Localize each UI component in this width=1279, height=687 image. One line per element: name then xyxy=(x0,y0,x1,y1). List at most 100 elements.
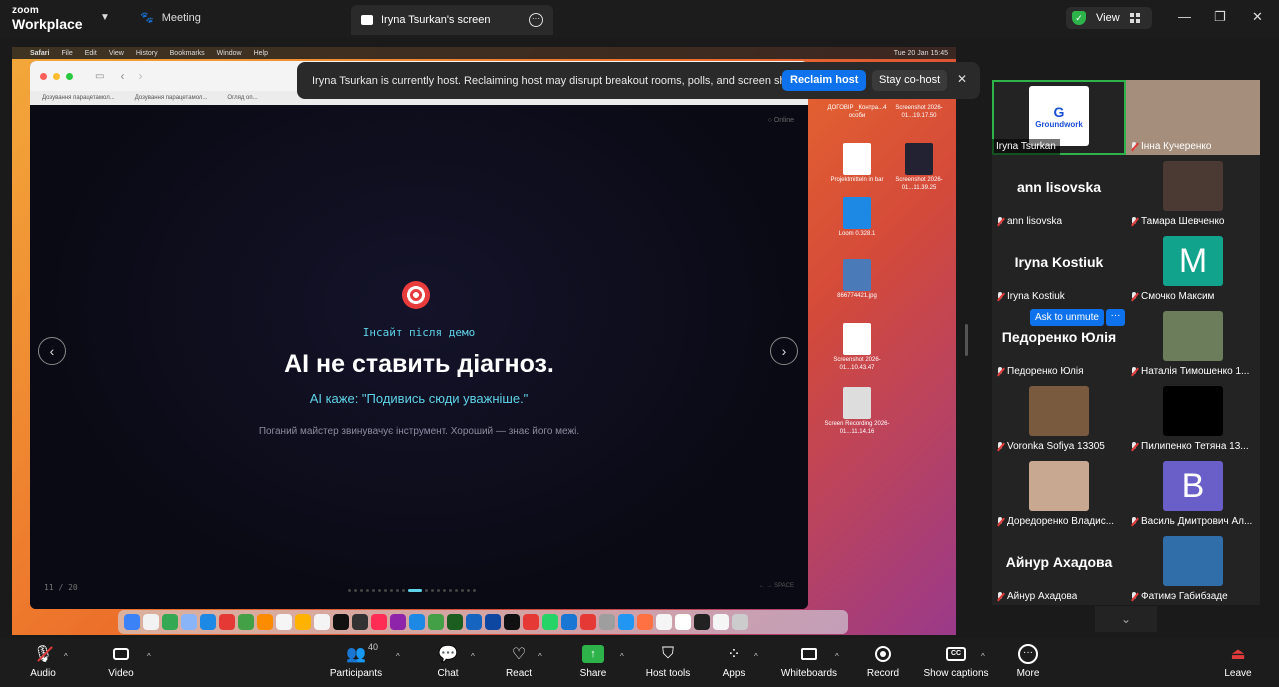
participants-button[interactable]: 👥 40 Participants xyxy=(326,642,386,679)
reclaim-host-button[interactable]: Reclaim host xyxy=(782,70,867,91)
ask-to-unmute-button[interactable]: Ask to unmute xyxy=(1030,309,1104,326)
participant-tile[interactable]: Доредоренко Владис... xyxy=(992,455,1126,530)
desktop-file-label: Screenshot 2026-01...10.43.47 xyxy=(833,357,881,371)
more-dots-icon: ··· xyxy=(1018,644,1038,664)
participant-tile[interactable]: Iryna Kostiuk Iryna Kostiuk xyxy=(992,230,1126,305)
leave-button[interactable]: ⏏ Leave xyxy=(1222,644,1254,679)
desktop-file-icon: Screenshot 2026-01...10.43.47 xyxy=(820,323,894,372)
tab-shared-screen[interactable]: Iryna Tsurkan's screen ··· xyxy=(351,5,553,35)
dock-app-icon xyxy=(447,614,463,630)
participant-tile[interactable]: Айнур Ахадова Айнур Ахадова xyxy=(992,530,1126,605)
slide-subtitle: AI каже: "Подивись сюди уважніше." xyxy=(309,391,529,406)
safari-window: ▭ ‹ › Дозування парацетамол... Дозування … xyxy=(30,61,808,609)
scroll-down-button[interactable]: ⌄ xyxy=(1095,606,1157,632)
chat-options-chevron-icon[interactable]: ^ xyxy=(471,652,475,661)
dock-app-icon xyxy=(675,614,691,630)
dock-app-icon xyxy=(504,614,520,630)
chat-button[interactable]: 💬 Chat xyxy=(434,644,462,679)
react-label: React xyxy=(505,668,533,679)
apps-button[interactable]: ⁘ Apps xyxy=(720,644,748,679)
video-button[interactable]: Video xyxy=(104,644,138,679)
dock-app-icon xyxy=(219,614,235,630)
participant-tile[interactable]: ann lisovska ann lisovska xyxy=(992,155,1126,230)
microphone-muted-icon xyxy=(996,517,1004,527)
slide-dot xyxy=(408,589,422,592)
close-banner-icon[interactable]: ✕ xyxy=(957,72,967,86)
closed-captions-icon: CC xyxy=(946,644,966,664)
mac-dock xyxy=(118,610,848,634)
panel-resize-handle[interactable] xyxy=(965,324,968,356)
apps-label: Apps xyxy=(722,668,746,679)
participant-tile[interactable]: G Groundwork Iryna Tsurkan xyxy=(992,80,1126,155)
captions-options-chevron-icon[interactable]: ^ xyxy=(981,652,985,661)
participant-tile[interactable]: M Смочко Максим xyxy=(1126,230,1260,305)
slide-dot xyxy=(402,589,405,592)
react-button[interactable]: ♡ React xyxy=(504,644,534,679)
participant-video xyxy=(1029,386,1089,436)
apps-options-chevron-icon[interactable]: ^ xyxy=(754,652,758,661)
participant-tile[interactable]: Інна Кучеренко xyxy=(1126,80,1260,155)
participant-tile[interactable]: Наталія Тимошенко 1... xyxy=(1126,305,1260,380)
participant-tile[interactable]: Voronka Sofiya 13305 xyxy=(992,380,1126,455)
participant-tile[interactable]: Тамара Шевченко xyxy=(1126,155,1260,230)
participant-name: Наталія Тимошенко 1... xyxy=(1141,366,1250,377)
react-options-chevron-icon[interactable]: ^ xyxy=(538,652,542,661)
microphone-muted-icon xyxy=(1130,442,1138,452)
desktop-file-icon: Loom 0.328.1 xyxy=(820,197,894,239)
dock-app-icon xyxy=(276,614,292,630)
audio-button[interactable]: 🎙 Audio xyxy=(26,644,60,679)
slide-dot xyxy=(425,589,428,592)
video-options-chevron-icon[interactable]: ^ xyxy=(147,652,151,661)
shared-screen[interactable]: Safari File Edit View History Bookmarks Window… xyxy=(12,47,956,635)
microphone-muted-icon: 🎙 xyxy=(33,644,53,664)
zoom-logo[interactable]: zoom Workplace xyxy=(12,6,83,32)
dock-app-icon xyxy=(580,614,596,630)
participant-more-button[interactable]: ··· xyxy=(1106,309,1125,326)
whiteboards-button[interactable]: Whiteboards xyxy=(778,644,840,679)
record-label: Record xyxy=(866,668,900,679)
share-button[interactable]: ↑ Share xyxy=(578,644,608,679)
participant-video xyxy=(1163,161,1223,211)
zoom-dot-icon xyxy=(66,72,73,80)
participants-options-chevron-icon[interactable]: ^ xyxy=(396,652,400,661)
host-tools-button[interactable]: ⛉ Host tools xyxy=(643,644,693,679)
participant-avatar: B xyxy=(1163,461,1223,511)
whiteboards-options-chevron-icon[interactable]: ^ xyxy=(835,652,839,661)
slide-dot xyxy=(473,589,476,592)
dock-app-icon xyxy=(390,614,406,630)
dock-app-icon xyxy=(618,614,634,630)
slide-page-number: 11 / 20 xyxy=(44,583,78,592)
microphone-muted-icon xyxy=(1130,142,1138,152)
slide-dot xyxy=(437,589,440,592)
captions-button[interactable]: CC Show captions xyxy=(920,644,992,679)
dock-app-icon xyxy=(409,614,425,630)
participant-video xyxy=(1163,536,1223,586)
more-label: More xyxy=(1016,668,1040,679)
tab-meeting[interactable]: 🐾 Meeting xyxy=(140,11,201,25)
bookmark-item: Дозування парацетамол... xyxy=(42,95,115,101)
participant-tile[interactable]: Пилипенко Тетяна 13... xyxy=(1126,380,1260,455)
close-window-button[interactable]: ✕ xyxy=(1252,9,1263,25)
dock-app-icon xyxy=(561,614,577,630)
slide-dot xyxy=(390,589,393,592)
minimize-button[interactable]: — xyxy=(1178,9,1191,24)
slide-note: Поганий майстер звинувачує інструмент. Х… xyxy=(258,426,580,437)
record-button[interactable]: Record xyxy=(866,644,900,679)
leave-icon: ⏏ xyxy=(1230,646,1246,663)
participant-tile[interactable]: B Василь Дмитрович Ал... xyxy=(1126,455,1260,530)
view-button[interactable]: ✓ View xyxy=(1066,7,1152,29)
participant-tile[interactable]: Фатимэ Габибзаде xyxy=(1126,530,1260,605)
microphone-muted-icon xyxy=(1130,217,1138,227)
dock-app-icon xyxy=(333,614,349,630)
dock-app-icon xyxy=(694,614,710,630)
share-options-chevron-icon[interactable]: ^ xyxy=(620,652,624,661)
restore-button[interactable]: ❐ xyxy=(1214,9,1226,25)
audio-options-chevron-icon[interactable]: ^ xyxy=(64,652,68,661)
dock-app-icon xyxy=(732,614,748,630)
chevron-down-icon[interactable]: ▼ xyxy=(100,12,110,23)
more-options-icon[interactable]: ··· xyxy=(529,13,543,27)
more-button[interactable]: ··· More xyxy=(1014,644,1042,679)
slide-dot xyxy=(366,589,369,592)
stay-cohost-button[interactable]: Stay co-host xyxy=(872,70,948,91)
mac-menu-item: Safari xyxy=(30,49,50,57)
